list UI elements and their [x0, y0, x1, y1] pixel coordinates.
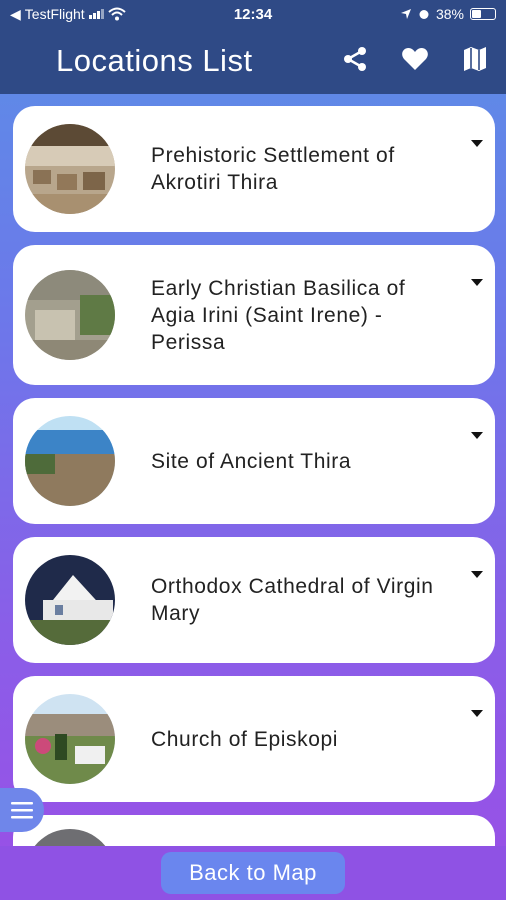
chevron-down-icon[interactable]: [471, 710, 483, 717]
location-thumbnail: [25, 416, 115, 506]
location-card[interactable]: Orthodox Cathedral of Virgin Mary: [13, 537, 495, 663]
location-name: Prehistoric Settlement of Akrotiri Thira: [151, 144, 395, 194]
chevron-down-icon[interactable]: [471, 140, 483, 147]
carrier-label: TestFlight: [24, 6, 85, 22]
battery-icon: [470, 8, 496, 20]
status-right: 38%: [316, 6, 496, 22]
status-bar: ◀ TestFlight 12:34 38%: [0, 0, 506, 28]
app-header: Locations List: [0, 28, 506, 94]
location-card[interactable]: Early Christian Basilica of Agia Irini (…: [13, 245, 495, 385]
wifi-icon: [108, 7, 126, 21]
location-name: Early Christian Basilica of Agia Irini (…: [151, 276, 406, 354]
location-name: Church of Episkopi: [151, 727, 339, 751]
status-time: 12:34: [233, 5, 273, 23]
location-thumbnail: [25, 124, 115, 214]
page-title: Locations List: [56, 43, 253, 78]
signal-icon: [88, 9, 104, 19]
heart-icon[interactable]: [400, 44, 430, 74]
battery-percent: 38%: [435, 6, 464, 22]
menu-button[interactable]: [0, 788, 44, 832]
back-to-map-button[interactable]: Back to Map: [161, 852, 345, 894]
footer-bar: Back to Map: [0, 846, 506, 900]
locations-list: Prehistoric Settlement of Akrotiri Thira…: [13, 106, 495, 888]
share-icon[interactable]: [340, 44, 370, 74]
location-card[interactable]: Site of Ancient Thira: [13, 398, 495, 524]
location-thumbnail: [25, 555, 115, 645]
location-card[interactable]: Prehistoric Settlement of Akrotiri Thira: [13, 106, 495, 232]
header-actions: [340, 44, 490, 74]
chevron-down-icon[interactable]: [471, 571, 483, 578]
location-thumbnail: [25, 270, 115, 360]
map-icon[interactable]: [460, 44, 490, 74]
location-card[interactable]: Church of Episkopi: [13, 676, 495, 802]
battery-fill: [472, 10, 482, 18]
alarm-icon: [419, 10, 429, 19]
location-name: Site of Ancient Thira: [151, 449, 352, 473]
chevron-down-icon[interactable]: [471, 279, 483, 286]
chevron-down-icon[interactable]: [471, 432, 483, 439]
status-left: ◀ TestFlight: [10, 6, 190, 23]
location-arrow-icon: [400, 9, 411, 19]
location-thumbnail: [25, 694, 115, 784]
location-name: Orthodox Cathedral of Virgin Mary: [151, 575, 434, 625]
back-arrow-icon[interactable]: ◀: [10, 6, 21, 23]
hamburger-icon: [11, 802, 33, 819]
